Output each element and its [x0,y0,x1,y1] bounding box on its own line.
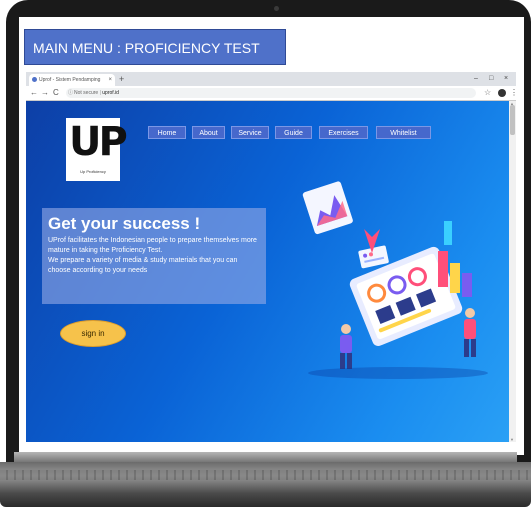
hero-description: UProf facilitates the Indonesian people … [48,237,257,254]
new-tab-button[interactable]: + [119,72,124,86]
laptop-keyboard-base [0,462,531,507]
url-text: uprof.id [102,90,119,96]
nav-guide[interactable]: Guide [275,126,312,139]
logo-subtitle: Up Proficiency [80,169,106,174]
person-right-illustration [464,308,476,357]
reload-button[interactable]: C [53,87,59,99]
nav-about[interactable]: About [192,126,225,139]
chart-card-illustration [302,181,353,235]
laptop-frame: MAIN MENU : PROFICIENCY TEST Uprof - Sis… [6,0,531,470]
hero-panel: Get your success ! UProf facilitates the… [42,208,266,304]
close-window-button[interactable]: × [504,73,508,85]
nav-service[interactable]: Service [231,126,269,139]
logo-mark: UP [69,119,128,165]
sign-in-button[interactable]: sign in [60,320,126,347]
camera-icon [274,6,279,11]
url-separator: | [99,90,101,96]
tab-close-icon[interactable]: × [108,74,112,86]
forward-button[interactable]: → [41,87,49,99]
info-icon: ⓘ [68,90,74,96]
minimize-button[interactable]: – [474,73,478,85]
nav-home[interactable]: Home [148,126,186,139]
tab-title: Uprof - Sistem Pendamping [39,77,101,83]
dots-card-illustration [358,245,389,269]
url-input[interactable]: ⓘ Not secure | uprof.id [66,88,476,98]
address-bar: ← → C ⓘ Not secure | uprof.id ☆ ⋮ [26,86,518,101]
browser-window: Uprof - Sistem Pendamping × + – □ × ← → … [26,72,518,442]
tab-bar: Uprof - Sistem Pendamping × + – □ × [26,72,516,86]
bar-columns-illustration [438,221,472,297]
hero-illustration [302,181,488,379]
hero-description-2: We prepare a variety of media & study ma… [48,257,238,274]
back-button[interactable]: ← [30,87,38,99]
profile-avatar-icon[interactable] [498,89,506,97]
browser-tab[interactable]: Uprof - Sistem Pendamping × [29,74,115,86]
website-page: UP Up Proficiency Home About Service Gui… [26,101,509,442]
site-logo[interactable]: UP Up Proficiency [66,118,128,181]
laptop-screen: MAIN MENU : PROFICIENCY TEST Uprof - Sis… [19,17,524,455]
page-scrollbar[interactable]: ▲ ▼ [509,101,516,442]
menu-dots-icon[interactable]: ⋮ [510,87,518,99]
scroll-down-icon[interactable]: ▼ [510,437,514,442]
slide-title: MAIN MENU : PROFICIENCY TEST [24,29,286,65]
maximize-button[interactable]: □ [489,73,493,85]
security-label: Not secure [74,90,99,96]
favicon-icon [32,77,37,82]
nav-whitelist[interactable]: Whitelist [376,126,431,139]
bookmark-star-icon[interactable]: ☆ [484,87,491,99]
hero-title: Get your success ! [48,214,201,233]
person-left-illustration [340,324,352,369]
nav-exercises[interactable]: Exercises [319,126,368,139]
scroll-thumb[interactable] [510,105,515,135]
